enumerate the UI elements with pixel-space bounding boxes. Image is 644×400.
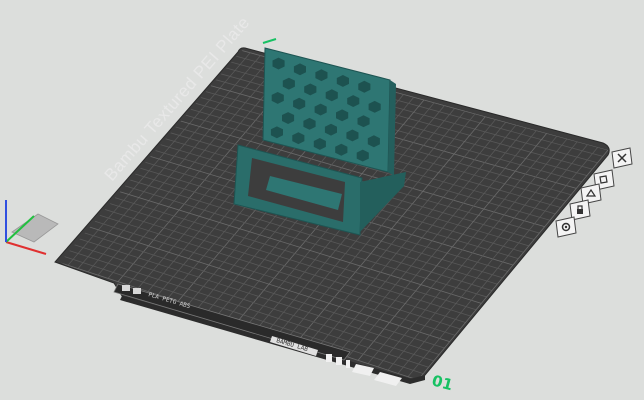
plate-corner-marker [262,38,277,44]
strip-icon-d [336,357,342,365]
plate-settings-button[interactable] [555,216,577,238]
strip-icon-e [346,360,350,368]
strip-icon-a [122,285,130,291]
x-axis [5,241,47,255]
strip-icon-b [133,288,141,294]
delete-plate-button[interactable] [611,147,633,169]
plate-number: 01 [430,371,455,394]
3d-viewport[interactable]: Bambu Textured PEI Plate PLA PETG ABS BA… [0,0,644,400]
scene-canvas[interactable]: Bambu Textured PEI Plate PLA PETG ABS BA… [0,0,644,400]
origin-marker [5,200,59,255]
strip-icon-c [326,354,332,362]
